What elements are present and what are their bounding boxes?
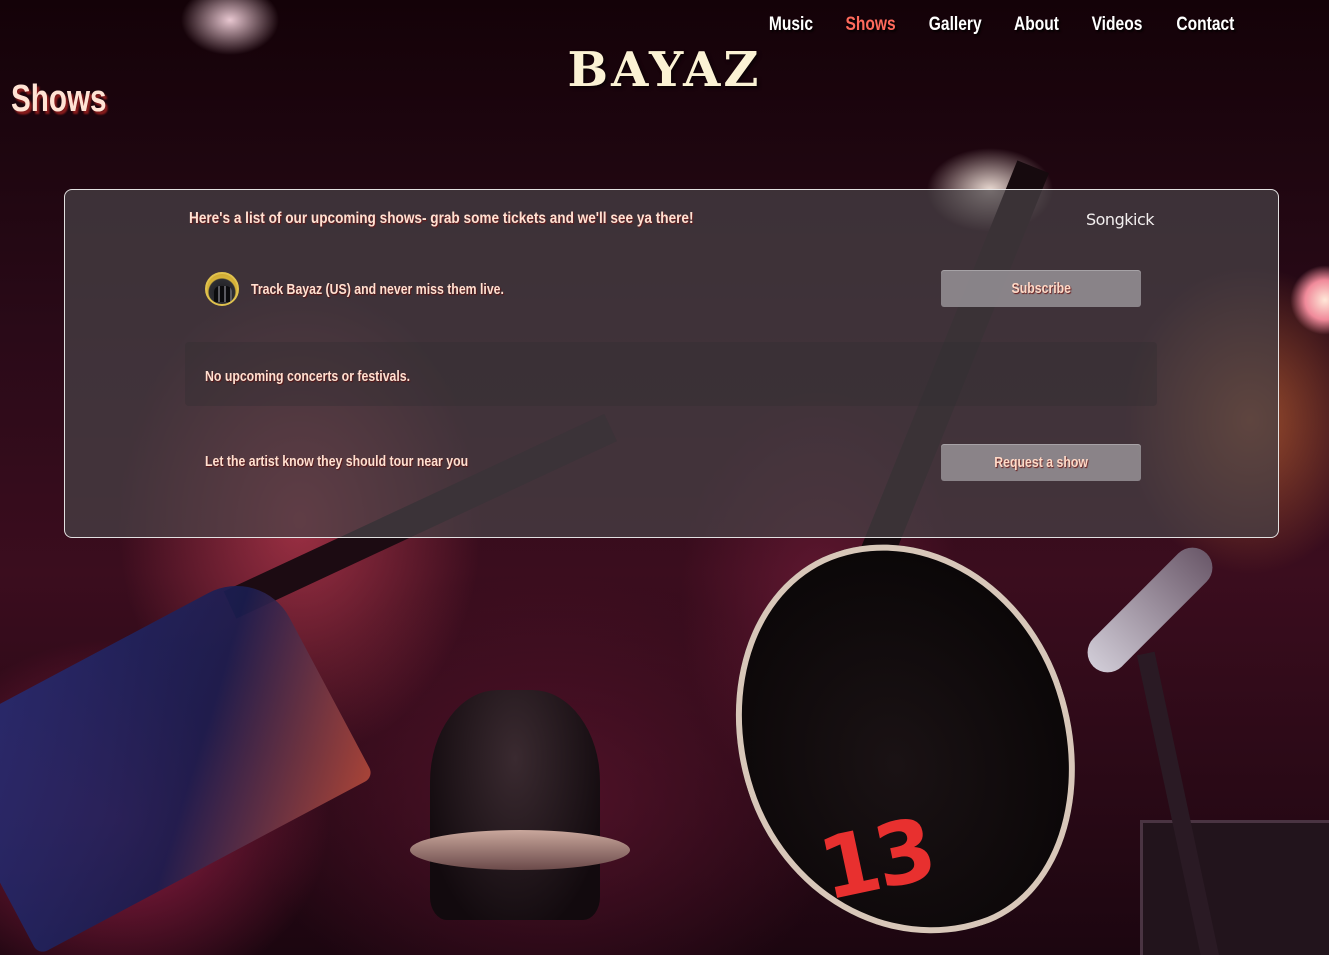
widget-heading: Here's a list of our upcoming shows- gra… <box>189 210 694 227</box>
stage-spotlight <box>1290 265 1329 335</box>
site-logo[interactable]: BAYAZ <box>0 42 1329 98</box>
amplifier <box>1140 820 1329 955</box>
nav-shows[interactable]: Shows <box>845 14 895 36</box>
request-show-label: Request a show <box>994 454 1088 471</box>
cymbal <box>410 830 630 870</box>
empty-events-row: No upcoming concerts or festivals. <box>205 368 455 385</box>
subscribe-button[interactable]: Subscribe <box>941 270 1141 307</box>
track-artist-row: Track Bayaz (US) and never miss them liv… <box>205 272 559 306</box>
songkick-widget: Here's a list of our upcoming shows- gra… <box>64 189 1279 538</box>
nav-videos[interactable]: Videos <box>1092 14 1143 36</box>
artist-avatar <box>205 272 239 306</box>
no-events-text: No upcoming concerts or festivals. <box>205 368 411 385</box>
flying-v-guitar <box>0 564 375 955</box>
main-nav: Music Shows Gallery About Videos Contact <box>764 14 1241 36</box>
drummer-figure <box>430 690 600 920</box>
track-artist-text: Track Bayaz (US) and never miss them liv… <box>251 280 504 298</box>
songkick-logo[interactable]: Songkick <box>1086 210 1155 229</box>
nav-music[interactable]: Music <box>769 14 813 36</box>
request-show-button[interactable]: Request a show <box>941 444 1141 481</box>
nav-contact[interactable]: Contact <box>1177 14 1235 36</box>
request-show-text: Let the artist know they should tour nea… <box>205 453 469 470</box>
request-show-row: Let the artist know they should tour nea… <box>205 453 526 470</box>
nav-gallery[interactable]: Gallery <box>929 14 982 36</box>
nav-about[interactable]: About <box>1014 14 1059 36</box>
page-title: Shows <box>11 78 107 120</box>
subscribe-label: Subscribe <box>1011 280 1071 297</box>
